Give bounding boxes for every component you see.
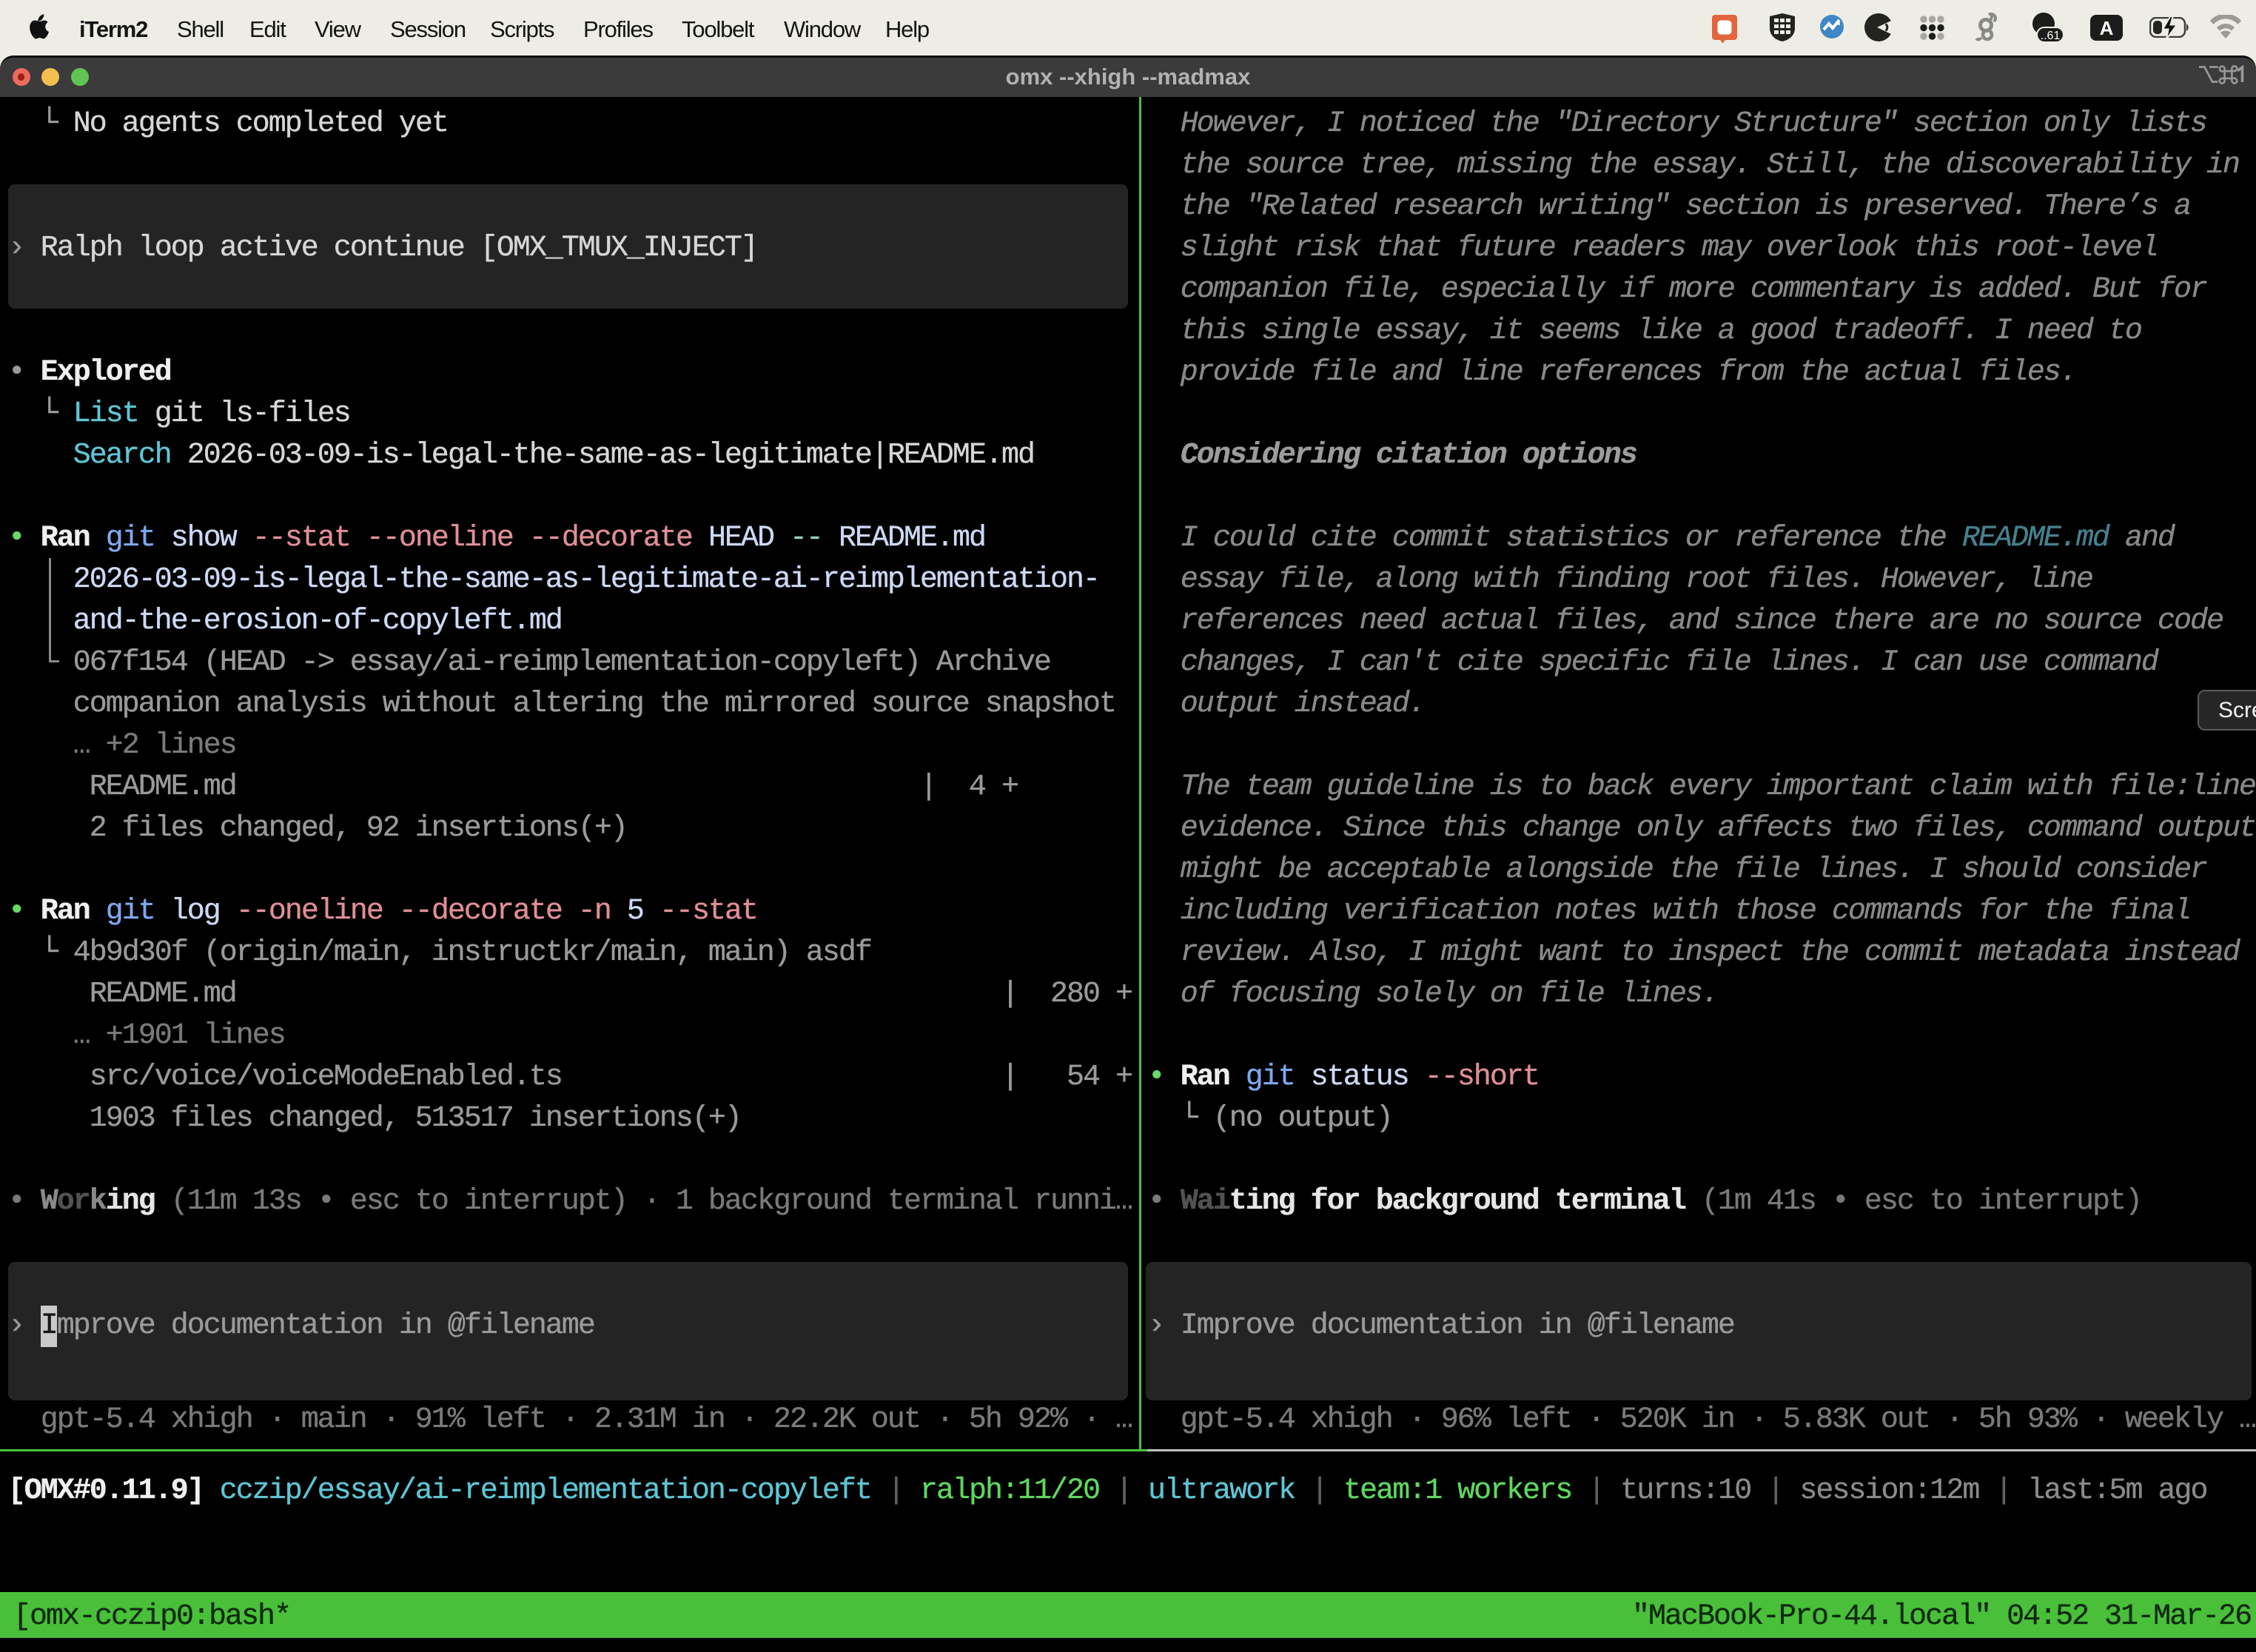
svg-text:..61: ..61 (2041, 30, 2061, 42)
svg-text:A: A (2100, 17, 2114, 39)
